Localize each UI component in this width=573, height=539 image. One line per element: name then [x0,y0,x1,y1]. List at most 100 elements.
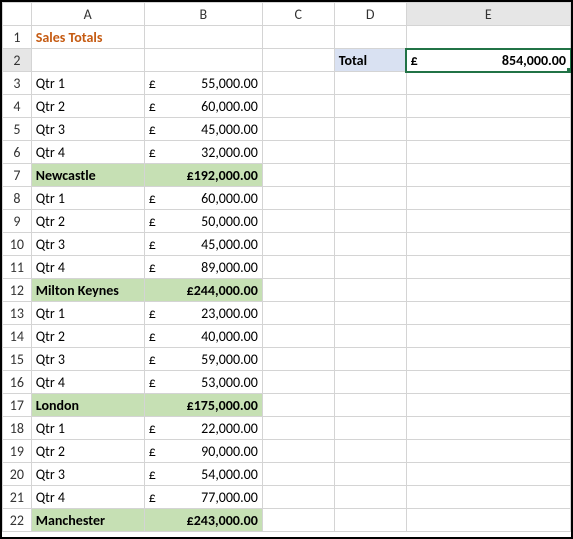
cell-a7[interactable]: Newcastle [31,164,144,187]
cell-b12[interactable]: £244,000.00 [144,279,262,302]
cell-a13[interactable]: Qtr 1 [31,302,144,325]
cell-a11[interactable]: Qtr 4 [31,256,144,279]
cell-b8[interactable]: £60,000.00 [144,187,262,210]
cell-d16[interactable] [334,371,406,394]
select-all-corner[interactable] [3,3,32,26]
cell-b18[interactable]: £22,000.00 [144,417,262,440]
cell-a19[interactable]: Qtr 2 [31,440,144,463]
cell-d13[interactable] [334,302,406,325]
cell-b13[interactable]: £23,000.00 [144,302,262,325]
cell-c13[interactable] [262,302,334,325]
cell-e19[interactable] [406,440,570,463]
row-header-13[interactable]: 13 [3,302,32,325]
cell-e20[interactable] [406,463,570,486]
cell-e6[interactable] [406,141,570,164]
cell-e17[interactable] [406,394,570,417]
cell-c19[interactable] [262,440,334,463]
row-header-10[interactable]: 10 [3,233,32,256]
row-header-14[interactable]: 14 [3,325,32,348]
cell-c7[interactable] [262,164,334,187]
row-header-6[interactable]: 6 [3,141,32,164]
col-header-b[interactable]: B [144,3,262,26]
cell-d21[interactable] [334,486,406,509]
cell-a4[interactable]: Qtr 2 [31,95,144,118]
cell-c11[interactable] [262,256,334,279]
cell-a21[interactable]: Qtr 4 [31,486,144,509]
row-header-12[interactable]: 12 [3,279,32,302]
cell-c12[interactable] [262,279,334,302]
cell-e16[interactable] [406,371,570,394]
cell-b1[interactable] [144,26,262,49]
cell-c1[interactable] [262,26,334,49]
cell-a22[interactable]: Manchester [31,509,144,532]
cell-e9[interactable] [406,210,570,233]
cell-c4[interactable] [262,95,334,118]
cell-e13[interactable] [406,302,570,325]
cell-c5[interactable] [262,118,334,141]
cell-e8[interactable] [406,187,570,210]
cell-c10[interactable] [262,233,334,256]
row-header-20[interactable]: 20 [3,463,32,486]
cell-c9[interactable] [262,210,334,233]
cell-e12[interactable] [406,279,570,302]
cell-c21[interactable] [262,486,334,509]
cell-c6[interactable] [262,141,334,164]
cell-c20[interactable] [262,463,334,486]
col-header-d[interactable]: D [334,3,406,26]
row-header-22[interactable]: 22 [3,509,32,532]
row-header-2[interactable]: 2 [3,49,32,72]
cell-e7[interactable] [406,164,570,187]
cell-d2-total-label[interactable]: Total [334,49,406,72]
cell-b22[interactable]: £243,000.00 [144,509,262,532]
cell-e1[interactable] [406,26,570,49]
row-header-1[interactable]: 1 [3,26,32,49]
cell-e22[interactable] [406,509,570,532]
cell-a3[interactable]: Qtr 1 [31,72,144,95]
cell-d11[interactable] [334,256,406,279]
cell-d5[interactable] [334,118,406,141]
cell-b4[interactable]: £60,000.00 [144,95,262,118]
cell-a1[interactable]: Sales Totals [31,26,144,49]
cell-c22[interactable] [262,509,334,532]
cell-d17[interactable] [334,394,406,417]
cell-b19[interactable]: £90,000.00 [144,440,262,463]
cell-e11[interactable] [406,256,570,279]
cell-b20[interactable]: £54,000.00 [144,463,262,486]
cell-e14[interactable] [406,325,570,348]
cell-d10[interactable] [334,233,406,256]
cell-c16[interactable] [262,371,334,394]
row-header-5[interactable]: 5 [3,118,32,141]
cell-d14[interactable] [334,325,406,348]
row-header-4[interactable]: 4 [3,95,32,118]
col-header-c[interactable]: C [262,3,334,26]
row-header-8[interactable]: 8 [3,187,32,210]
cell-c2[interactable] [262,49,334,72]
cell-d22[interactable] [334,509,406,532]
cell-a6[interactable]: Qtr 4 [31,141,144,164]
cell-d8[interactable] [334,187,406,210]
cell-e3[interactable] [406,72,570,95]
cell-a15[interactable]: Qtr 3 [31,348,144,371]
cell-d15[interactable] [334,348,406,371]
cell-a10[interactable]: Qtr 3 [31,233,144,256]
cell-a16[interactable]: Qtr 4 [31,371,144,394]
cell-d1[interactable] [334,26,406,49]
cell-b17[interactable]: £175,000.00 [144,394,262,417]
cell-b16[interactable]: £53,000.00 [144,371,262,394]
row-header-18[interactable]: 18 [3,417,32,440]
cell-d18[interactable] [334,417,406,440]
row-header-19[interactable]: 19 [3,440,32,463]
cell-e21[interactable] [406,486,570,509]
cell-c15[interactable] [262,348,334,371]
cell-d12[interactable] [334,279,406,302]
spreadsheet-grid[interactable]: A B C D E 1 Sales Totals 2 Total £ 854,0… [2,2,571,532]
cell-e2-total-value[interactable]: £ 854,000.00 [406,49,570,72]
cell-a9[interactable]: Qtr 2 [31,210,144,233]
cell-d19[interactable] [334,440,406,463]
cell-a14[interactable]: Qtr 2 [31,325,144,348]
cell-a2[interactable] [31,49,144,72]
cell-b10[interactable]: £45,000.00 [144,233,262,256]
cell-a20[interactable]: Qtr 3 [31,463,144,486]
col-header-e[interactable]: E [406,3,570,26]
cell-e4[interactable] [406,95,570,118]
